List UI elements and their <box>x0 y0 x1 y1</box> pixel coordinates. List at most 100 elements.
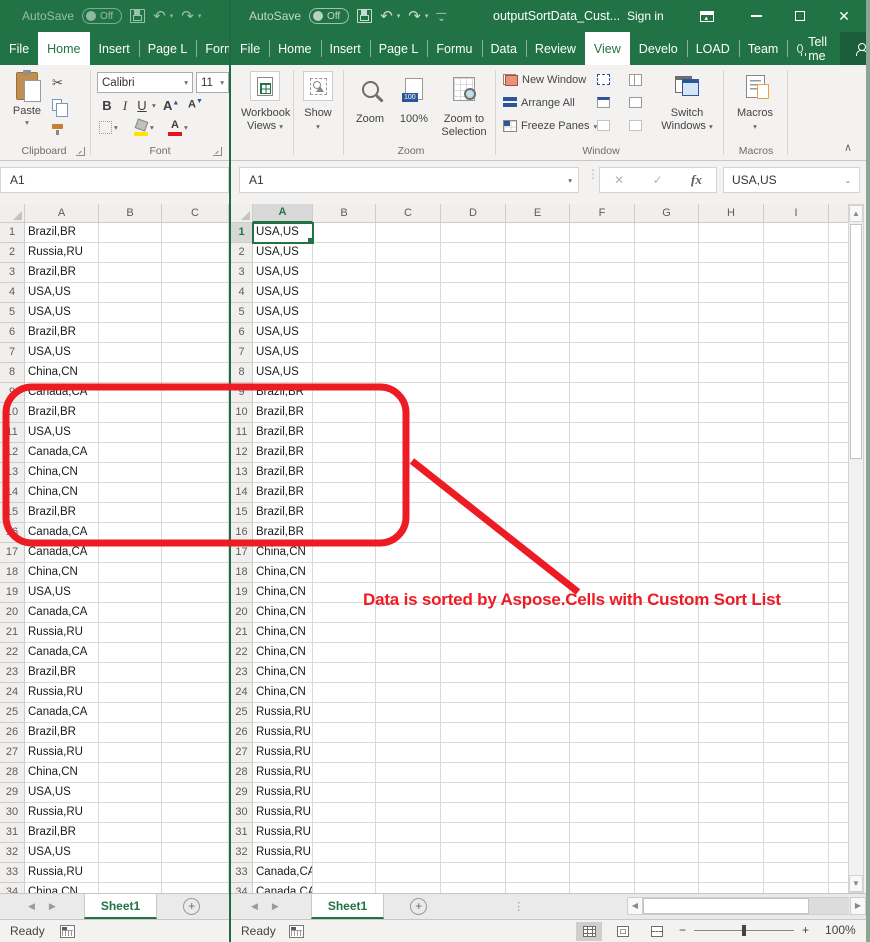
grid-cell[interactable]: China,CN <box>253 643 313 663</box>
grid-cell[interactable] <box>99 603 162 623</box>
grid-cell[interactable]: China,CN <box>25 483 99 503</box>
ribbon-tab-home[interactable]: Home <box>269 32 320 65</box>
grid-cell[interactable]: Russia,RU <box>253 803 313 823</box>
row-header-15[interactable]: 15 <box>0 503 25 523</box>
grid-cell[interactable] <box>162 383 229 403</box>
grid-cell[interactable] <box>699 263 764 283</box>
grid-cell[interactable] <box>635 703 699 723</box>
row-header-3[interactable]: 3 <box>231 263 253 283</box>
grid-cell[interactable] <box>162 463 229 483</box>
grid-cell[interactable]: Brazil,BR <box>25 263 99 283</box>
column-header-D[interactable]: D <box>441 204 506 223</box>
grid-cell[interactable]: Russia,RU <box>25 743 99 763</box>
grid-cell[interactable] <box>506 483 570 503</box>
grid-cell[interactable] <box>441 523 506 543</box>
expand-formula-bar-icon[interactable]: ⌄ <box>845 176 851 185</box>
row-header-3[interactable]: 3 <box>0 263 25 283</box>
grid-cell[interactable] <box>829 343 848 363</box>
grid-cell[interactable] <box>376 843 441 863</box>
row-header-30[interactable]: 30 <box>0 803 25 823</box>
grid-cell[interactable] <box>162 883 229 893</box>
grid-cell[interactable]: USA,US <box>25 303 99 323</box>
grid-cell[interactable] <box>376 863 441 883</box>
ribbon-tab-home[interactable]: Home <box>38 32 89 65</box>
grid-cell[interactable]: China,CN <box>253 683 313 703</box>
grid-cell[interactable] <box>441 803 506 823</box>
grid-cell[interactable] <box>699 223 764 243</box>
scroll-right-icon[interactable]: ▶ <box>850 897 866 915</box>
grid-cell[interactable] <box>570 663 635 683</box>
grid-cell[interactable]: China,CN <box>253 663 313 683</box>
grid-cell[interactable] <box>441 883 506 893</box>
grid-cell[interactable] <box>376 343 441 363</box>
row-header-20[interactable]: 20 <box>231 603 253 623</box>
copy-button[interactable]: ▾ <box>52 99 68 111</box>
grid-cell[interactable] <box>162 583 229 603</box>
grid-cell[interactable]: China,CN <box>253 603 313 623</box>
grid-cell[interactable] <box>313 563 376 583</box>
grid-cell[interactable]: China,CN <box>25 763 99 783</box>
grid-cell[interactable]: Brazil,BR <box>25 403 99 423</box>
grid-cell[interactable] <box>313 823 376 843</box>
grid-cell[interactable] <box>99 683 162 703</box>
grid-cell[interactable] <box>829 783 848 803</box>
grid-cell[interactable] <box>764 683 829 703</box>
grid-cell[interactable] <box>313 723 376 743</box>
grid-cell[interactable] <box>570 863 635 883</box>
grid-cell[interactable] <box>313 523 376 543</box>
grid-cell[interactable] <box>162 703 229 723</box>
grid-cell[interactable]: China,CN <box>25 883 99 893</box>
grid-cell[interactable] <box>376 643 441 663</box>
sheet-nav-arrows[interactable]: ◀▶ <box>0 894 70 919</box>
grid-cell[interactable] <box>506 423 570 443</box>
row-header-15[interactable]: 15 <box>231 503 253 523</box>
row-header-4[interactable]: 4 <box>231 283 253 303</box>
scroll-down-icon[interactable]: ▼ <box>849 875 863 892</box>
grid-cell[interactable] <box>162 223 229 243</box>
row-header-1[interactable]: 1 <box>231 223 253 243</box>
grid-cell[interactable] <box>506 563 570 583</box>
column-header-F[interactable]: F <box>570 204 635 223</box>
grid-cell[interactable] <box>441 823 506 843</box>
grid-cell[interactable] <box>162 783 229 803</box>
insert-function-icon[interactable]: fx <box>691 172 702 188</box>
grid-cell[interactable] <box>313 623 376 643</box>
confirm-entry-icon[interactable]: ✓ <box>653 173 663 187</box>
tell-me-button[interactable]: Tell me <box>787 32 840 65</box>
grid-cell[interactable]: USA,US <box>25 783 99 803</box>
ribbon-tab-page-l[interactable]: Page L <box>370 32 428 65</box>
grid-cell[interactable] <box>162 483 229 503</box>
grid-cell[interactable] <box>570 563 635 583</box>
grid-cell[interactable]: China,CN <box>253 543 313 563</box>
sheet-tab[interactable]: Sheet1 <box>311 894 384 919</box>
row-header-8[interactable]: 8 <box>0 363 25 383</box>
grid-cell[interactable] <box>829 743 848 763</box>
grid-cell[interactable] <box>635 883 699 893</box>
ribbon-tab-formu[interactable]: Formu <box>427 32 481 65</box>
grid-cell[interactable] <box>764 643 829 663</box>
font-color-button[interactable]: A▾ <box>168 120 188 134</box>
grid-cell[interactable] <box>506 843 570 863</box>
row-header-28[interactable]: 28 <box>0 763 25 783</box>
collapse-ribbon-icon[interactable]: ∧ <box>844 141 852 154</box>
redo-icon[interactable]: ↷ <box>181 9 194 24</box>
grid-cell[interactable] <box>635 803 699 823</box>
grid-cell[interactable] <box>635 383 699 403</box>
grid-cell[interactable] <box>441 223 506 243</box>
grid-cell[interactable] <box>829 523 848 543</box>
grid-cell[interactable] <box>570 783 635 803</box>
vertical-scrollbar[interactable]: ▲ ▼ <box>848 204 864 893</box>
grid-cell[interactable] <box>764 463 829 483</box>
grid-cell[interactable] <box>441 243 506 263</box>
grid-cell[interactable] <box>99 763 162 783</box>
zoom-slider-handle[interactable] <box>742 925 746 936</box>
grid-cell[interactable]: Brazil,BR <box>253 503 313 523</box>
grid-cell[interactable] <box>376 543 441 563</box>
grid-cell[interactable] <box>829 583 848 603</box>
grid-cell[interactable] <box>829 763 848 783</box>
grid-cell[interactable] <box>570 823 635 843</box>
grid-cell[interactable] <box>162 603 229 623</box>
grid-cell[interactable] <box>829 603 848 623</box>
grid-cell[interactable] <box>376 483 441 503</box>
grid-cell[interactable] <box>99 243 162 263</box>
